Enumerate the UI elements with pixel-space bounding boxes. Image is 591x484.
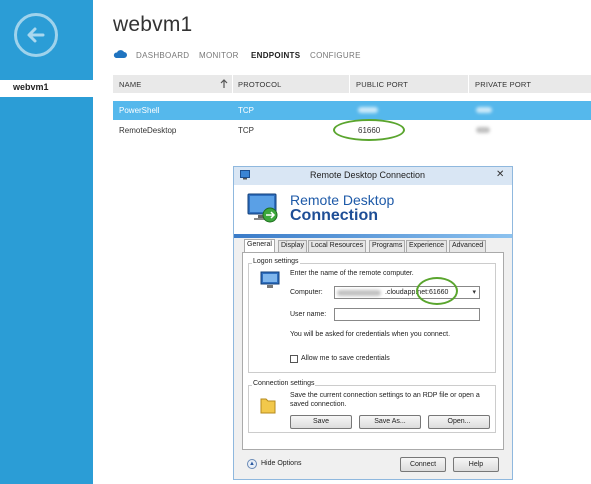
back-button[interactable] [14, 13, 58, 57]
redacted-private-port [476, 127, 490, 133]
endpoint-name: PowerShell [119, 106, 160, 115]
banner-title-line1: Remote Desktop [290, 192, 395, 208]
redacted-public-port [358, 107, 378, 113]
computer-label: Computer: [290, 289, 323, 296]
tab-general[interactable]: General [244, 239, 275, 253]
sidebar: webvm1 [0, 0, 93, 484]
column-divider [232, 75, 233, 93]
tab-monitor[interactable]: MONITOR [199, 51, 239, 60]
tab-local-resources[interactable]: Local Resources [308, 240, 367, 252]
save-credentials-checkbox[interactable] [290, 355, 298, 363]
remote-desktop-icon [247, 193, 278, 223]
banner-stripe [234, 234, 512, 238]
save-as-button[interactable]: Save As... [359, 415, 421, 429]
open-button[interactable]: Open... [428, 415, 490, 429]
tab-display[interactable]: Display [278, 240, 307, 252]
column-header-private-port[interactable]: PRIVATE PORT [475, 80, 531, 89]
computer-icon [260, 271, 280, 288]
column-header-public-port[interactable]: PUBLIC PORT [356, 80, 408, 89]
endpoint-protocol: TCP [238, 126, 254, 135]
connection-settings-label: Connection settings [252, 380, 316, 387]
help-button[interactable]: Help [453, 457, 499, 472]
save-button[interactable]: Save [290, 415, 352, 429]
rdp-banner: Remote Desktop Connection [234, 185, 512, 234]
highlight-oval [416, 277, 458, 305]
chevron-down-icon[interactable]: ▾ [472, 288, 476, 296]
sidebar-item-webvm1[interactable]: webvm1 [0, 80, 93, 97]
column-divider [468, 75, 469, 93]
endpoints-table-header: NAME PROTOCOL PUBLIC PORT PRIVATE PORT [113, 75, 591, 93]
endpoint-name: RemoteDesktop [119, 126, 177, 135]
column-header-protocol[interactable]: PROTOCOL [238, 80, 282, 89]
column-header-name[interactable]: NAME [119, 80, 141, 89]
sidebar-item-label: webvm1 [13, 82, 49, 92]
hide-options-link[interactable]: Hide Options [261, 460, 301, 467]
username-label: User name: [290, 311, 327, 318]
table-row[interactable]: PowerShell TCP [113, 101, 591, 120]
back-arrow-icon [27, 27, 45, 43]
rdp-dialog: Remote Desktop Connection ✕ Remote Deskt… [233, 166, 513, 480]
dialog-titlebar: Remote Desktop Connection ✕ [234, 167, 512, 185]
redacted-hostname [337, 290, 381, 296]
tab-experience[interactable]: Experience [406, 240, 448, 252]
save-credentials-label: Allow me to save credentials [301, 355, 390, 362]
sort-up-icon[interactable] [220, 79, 228, 89]
highlight-oval [333, 119, 405, 141]
column-divider [349, 75, 350, 93]
tab-advanced[interactable]: Advanced [449, 240, 487, 252]
folder-icon [260, 398, 276, 414]
redacted-private-port [476, 107, 492, 113]
page-title: webvm1 [113, 13, 193, 36]
dialog-title: Remote Desktop Connection [310, 170, 426, 180]
computer-combobox[interactable]: .cloudapp.net:61660 ▾ [334, 286, 480, 299]
cloud-service-icon [113, 50, 127, 58]
collapse-up-icon[interactable]: ▲ [247, 459, 257, 469]
endpoint-protocol: TCP [238, 106, 254, 115]
rdp-small-icon [240, 170, 250, 180]
tab-programs[interactable]: Programs [369, 240, 406, 252]
connection-description: Save the current connection settings to … [290, 392, 480, 408]
tab-dashboard[interactable]: DASHBOARD [136, 51, 189, 60]
credentials-note: You will be asked for credentials when y… [290, 331, 451, 338]
logon-settings-label: Logon settings [252, 258, 300, 265]
username-field[interactable] [334, 308, 480, 321]
close-icon[interactable]: ✕ [496, 169, 504, 180]
banner-title-line2: Connection [290, 207, 378, 224]
logon-instruction: Enter the name of the remote computer. [290, 270, 414, 277]
tab-endpoints[interactable]: ENDPOINTS [251, 51, 300, 60]
connect-button[interactable]: Connect [400, 457, 446, 472]
tab-configure[interactable]: CONFIGURE [310, 51, 361, 60]
